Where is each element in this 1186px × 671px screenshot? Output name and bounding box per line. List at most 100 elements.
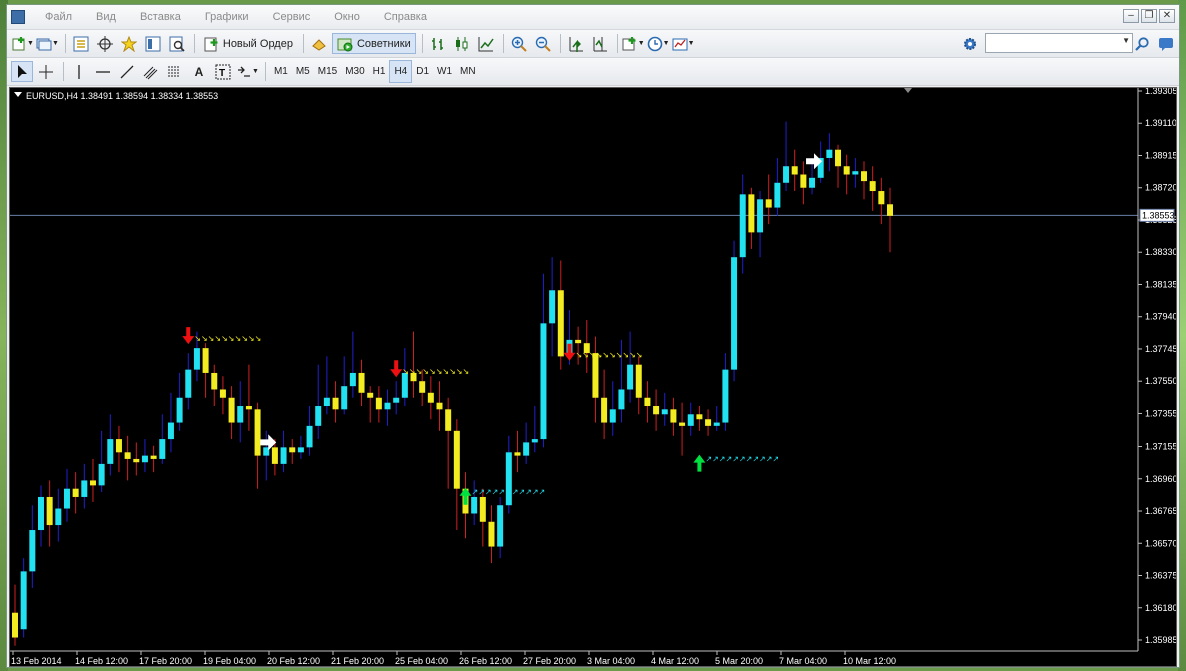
close-button[interactable]: ✕ — [1159, 9, 1175, 23]
app-icon[interactable] — [11, 10, 25, 24]
cursor-tool-button[interactable] — [11, 61, 33, 82]
candle-body — [306, 425, 313, 448]
settings-button[interactable] — [959, 33, 981, 54]
chart-shift-button[interactable] — [589, 33, 611, 54]
templates-button[interactable]: ▼ — [672, 33, 695, 54]
menu-view[interactable]: Вид — [84, 5, 128, 29]
candle — [245, 364, 252, 431]
candle-body — [540, 323, 547, 440]
candle-body — [202, 348, 209, 373]
profiles-button[interactable]: ▼ — [36, 33, 59, 54]
auto-trading-label: Советники — [356, 37, 411, 50]
clock-icon — [647, 36, 663, 52]
indicators-button[interactable]: ▼ — [622, 33, 645, 54]
candle-body — [107, 439, 114, 464]
candle — [315, 364, 322, 440]
fibonacci-button[interactable] — [164, 61, 186, 82]
menu-window[interactable]: Окно — [322, 5, 372, 29]
candle-body — [12, 612, 18, 638]
chart-title-dropdown-icon[interactable] — [14, 92, 22, 97]
terminal-button[interactable] — [142, 33, 164, 54]
candle-body — [297, 447, 304, 453]
candle-body — [523, 442, 530, 456]
x-tick-label: 17 Feb 20:00 — [139, 656, 192, 666]
fibonacci-icon — [167, 64, 183, 80]
text-tool-button[interactable]: A — [188, 61, 210, 82]
candle-body — [739, 194, 746, 258]
y-tick-label: 1.37745 — [1145, 344, 1176, 354]
candle-body — [488, 521, 495, 547]
zoom-in-button[interactable] — [508, 33, 530, 54]
candle — [497, 496, 504, 559]
metaeditor-button[interactable] — [308, 33, 330, 54]
buy-trail: ↗↗↗↗↗↗↗↗↗↗↗ — [471, 488, 545, 497]
timeframe-m15[interactable]: M15 — [314, 61, 341, 82]
chart-shift-marker[interactable] — [904, 88, 912, 93]
data-window-button[interactable] — [94, 33, 116, 54]
restore-button[interactable]: ❐ — [1141, 9, 1157, 23]
candle — [453, 419, 460, 531]
timeframe-h4[interactable]: H4 — [389, 60, 413, 83]
candle-body — [20, 571, 27, 630]
candlestick-chart-button[interactable] — [451, 33, 473, 54]
y-tick-label: 1.38330 — [1145, 247, 1176, 257]
timeframe-m5[interactable]: M5 — [292, 61, 314, 82]
x-tick-label: 5 Mar 20:00 — [715, 656, 763, 666]
candle — [757, 191, 764, 258]
navigator-button[interactable] — [118, 33, 140, 54]
market-watch-icon — [73, 36, 89, 52]
search-dropdown-icon[interactable]: ▼ — [1122, 36, 1130, 45]
timeframe-mn[interactable]: MN — [456, 61, 480, 82]
vertical-line-button[interactable] — [68, 61, 90, 82]
minimize-button[interactable]: – — [1123, 9, 1139, 23]
candle — [627, 331, 634, 403]
candle — [81, 463, 88, 509]
menu-file[interactable]: Файл — [33, 5, 84, 29]
candle — [280, 430, 287, 473]
menu-insert[interactable]: Вставка — [128, 5, 193, 29]
timeframe-m1[interactable]: M1 — [270, 61, 292, 82]
candle-body — [531, 439, 538, 443]
horizontal-line-button[interactable] — [92, 61, 114, 82]
vertical-line-icon — [71, 64, 87, 80]
periods-button[interactable]: ▼ — [647, 33, 670, 54]
current-price-label: 1.38553 — [1142, 210, 1175, 220]
candle — [219, 376, 226, 415]
candle — [341, 356, 348, 415]
bar-chart-button[interactable] — [427, 33, 449, 54]
chat-button[interactable] — [1155, 33, 1177, 54]
candle-body — [98, 463, 105, 486]
candle-body — [245, 406, 252, 410]
market-watch-button[interactable] — [70, 33, 92, 54]
chart-window[interactable]: ↘↘↘↘↘↘↘↘↘↘ ↘↘↘↘↘↘↘↘↘↘ ↗↗↗↗↗↗↗↗↗↗↗ ↘↘↘↘↘↘↘↘↘… — [9, 86, 1178, 667]
arrows-tool-button[interactable]: ▼ — [236, 61, 259, 82]
timeframe-m30[interactable]: M30 — [341, 61, 368, 82]
line-chart-button[interactable] — [475, 33, 497, 54]
autoscroll-icon — [568, 36, 584, 52]
candle-body — [627, 364, 634, 390]
candle — [713, 406, 720, 431]
timeframe-h1[interactable]: H1 — [369, 61, 390, 82]
strategy-tester-button[interactable] — [166, 33, 188, 54]
new-order-button[interactable]: Новый Ордер — [199, 33, 297, 54]
crosshair-tool-button[interactable] — [35, 61, 57, 82]
price-chart[interactable]: ↘↘↘↘↘↘↘↘↘↘ ↘↘↘↘↘↘↘↘↘↘ ↗↗↗↗↗↗↗↗↗↗↗ ↘↘↘↘↘↘↘↘↘… — [10, 86, 1178, 666]
search-input[interactable]: ▼ — [985, 33, 1133, 53]
equidistant-channel-button[interactable] — [140, 61, 162, 82]
candle — [393, 381, 400, 415]
chart-autoscroll-button[interactable] — [565, 33, 587, 54]
new-chart-button[interactable]: ▼ — [11, 33, 34, 54]
menu-charts[interactable]: Графики — [193, 5, 261, 29]
auto-trading-button[interactable]: Советники — [331, 33, 416, 54]
menu-tools[interactable]: Сервис — [261, 5, 323, 29]
menu-help[interactable]: Справка — [372, 5, 439, 29]
text-label-button[interactable]: T — [212, 61, 234, 82]
zoom-out-button[interactable] — [532, 33, 554, 54]
candle-body — [323, 397, 330, 407]
timeframe-d1[interactable]: D1 — [412, 61, 433, 82]
candle — [185, 353, 192, 410]
trendline-button[interactable] — [116, 61, 138, 82]
timeframe-w1[interactable]: W1 — [433, 61, 456, 82]
search-button[interactable] — [1131, 33, 1153, 54]
candle-body — [81, 480, 88, 497]
